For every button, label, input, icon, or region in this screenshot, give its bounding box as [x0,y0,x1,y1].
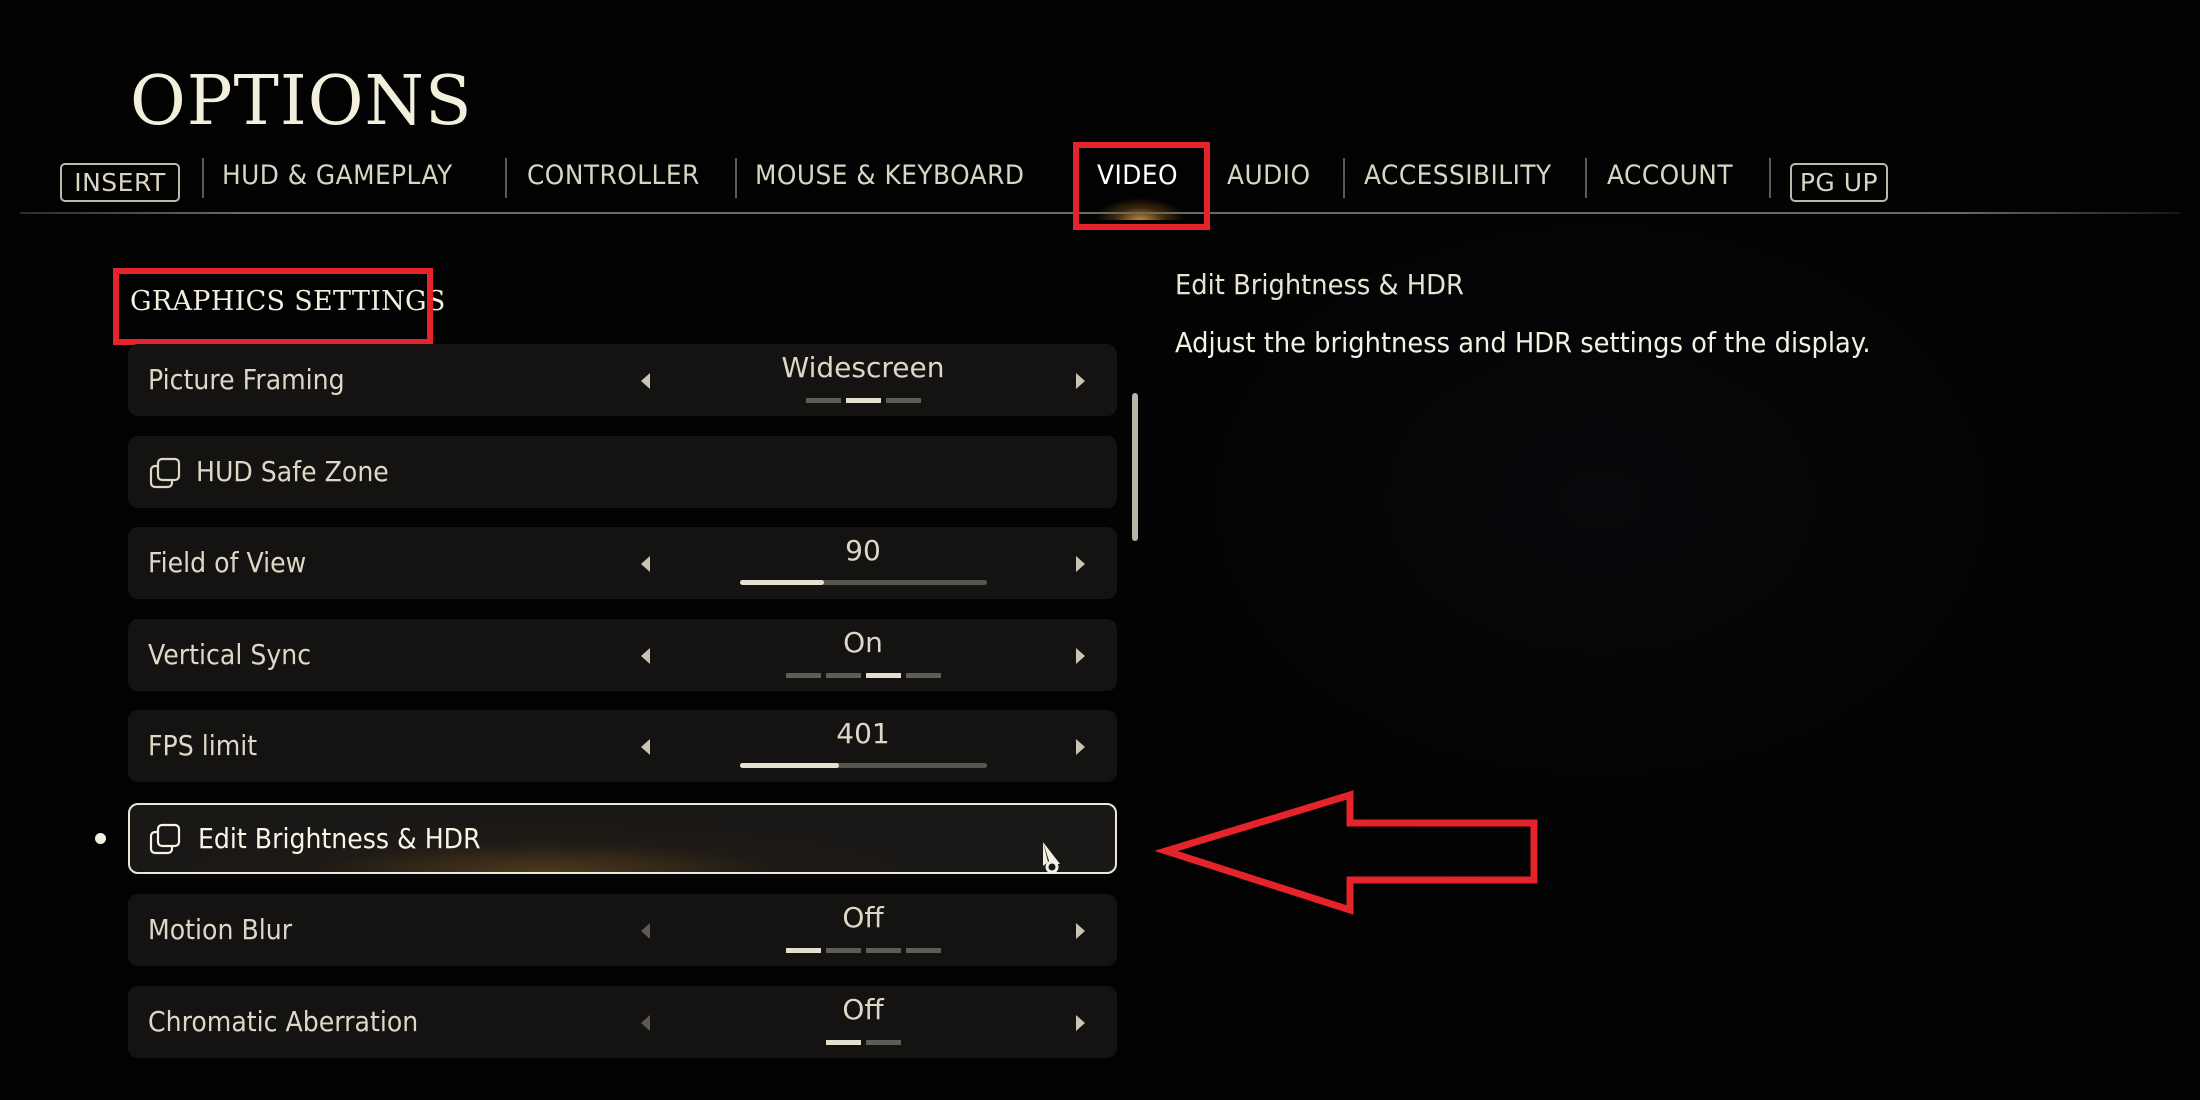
tab-mouse-keyboard[interactable]: MOUSE & KEYBOARD [755,150,1024,202]
previous-option-arrow-icon[interactable] [641,923,650,939]
tab-hud-gameplay[interactable]: HUD & GAMEPLAY [222,150,453,202]
setting-label: Edit Brightness & HDR [198,822,481,855]
setting-value: 90 [845,534,881,567]
decrease-arrow-icon[interactable] [641,739,650,755]
option-pip [785,673,821,678]
next-option-arrow-icon[interactable] [1076,373,1085,389]
setting-row-motion-blur[interactable]: Motion Blur Off [128,894,1117,966]
external-window-icon [149,823,181,855]
setting-label: FPS limit [148,729,258,762]
option-indicator [688,398,1038,404]
option-pip [905,948,941,953]
external-window-icon [149,457,181,489]
option-pip [825,673,861,678]
option-pip [805,398,841,403]
setting-row-edit-brightness-hdr[interactable]: Edit Brightness & HDR [128,803,1117,874]
option-pip [905,673,941,678]
annotation-highlight-video-tab [1073,142,1210,230]
tab-separator [505,158,507,198]
next-tab-key-hint[interactable]: PG UP [1790,163,1888,202]
option-pip [885,398,921,403]
option-pip-selected [825,1040,861,1045]
option-pip-selected [845,398,881,403]
description-body: Adjust the brightness and HDR settings o… [1175,326,1871,359]
setting-row-fps-limit[interactable]: FPS limit 401 [128,710,1117,782]
setting-label: Field of View [148,546,307,579]
previous-option-arrow-icon[interactable] [641,373,650,389]
setting-value: Off [842,993,884,1026]
option-pip [825,948,861,953]
next-option-arrow-icon[interactable] [1076,923,1085,939]
annotation-arrow-icon [1154,790,1538,915]
setting-row-field-of-view[interactable]: Field of View 90 [128,527,1117,599]
next-option-arrow-icon[interactable] [1076,1015,1085,1031]
option-pip-selected [865,673,901,678]
option-pip [865,1040,901,1045]
setting-value: Off [842,901,884,934]
option-pip [865,948,901,953]
tab-separator [202,158,204,198]
mouse-cursor-icon [1043,842,1060,874]
previous-option-arrow-icon[interactable] [641,648,650,664]
option-indicator [688,948,1038,954]
setting-label: HUD Safe Zone [196,455,389,488]
tab-separator [1769,158,1771,198]
increase-arrow-icon[interactable] [1076,739,1085,755]
tab-separator [1585,158,1587,198]
setting-row-vertical-sync[interactable]: Vertical Sync On [128,619,1117,691]
setting-value: On [843,626,883,659]
setting-label: Vertical Sync [148,638,312,671]
tab-accessibility[interactable]: ACCESSIBILITY [1364,150,1552,202]
tab-separator [735,158,737,198]
annotation-highlight-section-title [113,268,433,345]
setting-label: Picture Framing [148,363,345,396]
option-indicator [688,1040,1038,1046]
previous-option-arrow-icon[interactable] [641,1015,650,1031]
decrease-arrow-icon[interactable] [641,556,650,572]
prev-tab-key-hint[interactable]: INSERT [60,163,180,202]
description-title: Edit Brightness & HDR [1175,268,1464,301]
setting-label: Chromatic Aberration [148,1005,419,1038]
tab-separator [1343,158,1345,198]
setting-value: Widescreen [781,351,945,384]
option-indicator [688,673,1038,679]
option-pip-selected [785,948,821,953]
settings-scrollbar-thumb[interactable] [1132,393,1138,541]
fov-slider[interactable] [740,580,987,585]
next-option-arrow-icon[interactable] [1076,648,1085,664]
setting-label: Motion Blur [148,913,293,946]
setting-value: 401 [836,717,890,750]
setting-row-chromatic-aberration[interactable]: Chromatic Aberration Off [128,986,1117,1058]
tab-account[interactable]: ACCOUNT [1607,150,1733,202]
slider-fill [740,763,839,768]
setting-row-hud-safe-zone[interactable]: HUD Safe Zone [128,436,1117,508]
increase-arrow-icon[interactable] [1076,556,1085,572]
setting-row-picture-framing[interactable]: Picture Framing Widescreen [128,344,1117,416]
tab-controller[interactable]: CONTROLLER [527,150,700,202]
page-title: OPTIONS [130,62,473,141]
tab-audio[interactable]: AUDIO [1227,150,1310,202]
fps-limit-slider[interactable] [740,763,987,768]
slider-fill [740,580,824,585]
selection-indicator-dot [95,833,106,844]
